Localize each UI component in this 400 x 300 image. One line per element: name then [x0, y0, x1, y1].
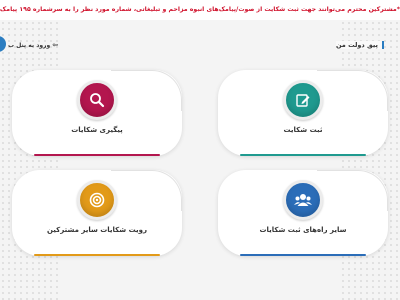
- card-other-ways[interactable]: سایر راه‌های ثبت شکایات: [218, 170, 388, 256]
- top-bar: پیق دولت من ⇦ ورود به پنل ب: [0, 38, 400, 52]
- card-label: سایر راه‌های ثبت شکایات: [259, 226, 347, 234]
- card-underline: [240, 154, 366, 156]
- card-track-complaints[interactable]: پیگیری شکایات: [12, 70, 182, 156]
- card-label: ثبت شکایت: [283, 126, 323, 134]
- card-submit-complaint[interactable]: ثبت شکایت: [218, 70, 388, 156]
- background-dots-right: [340, 20, 400, 300]
- card-arc-decoration: [317, 70, 388, 111]
- breadcrumb: پیق دولت من: [335, 41, 384, 49]
- card-underline: [34, 254, 160, 256]
- background-dots-left: [0, 20, 60, 300]
- notice-banner: *مشترکین محترم می‌توانند جهت ثبت شکایت ا…: [0, 0, 400, 20]
- card-arc-decoration: [111, 70, 182, 111]
- card-label: رویت شکایات سایر مشترکین: [47, 226, 147, 234]
- login-arrow-icon: ⇦: [52, 41, 59, 49]
- login-link[interactable]: ⇦ ورود به پنل ب: [8, 41, 58, 49]
- card-view-others-complaints[interactable]: رویت شکایات سایر مشترکین: [12, 170, 182, 256]
- card-underline: [240, 254, 366, 256]
- card-label: پیگیری شکایات: [71, 126, 123, 134]
- card-arc-decoration: [111, 170, 182, 211]
- login-label: ورود به پنل ب: [8, 41, 51, 49]
- card-arc-decoration: [317, 170, 388, 211]
- card-underline: [34, 154, 160, 156]
